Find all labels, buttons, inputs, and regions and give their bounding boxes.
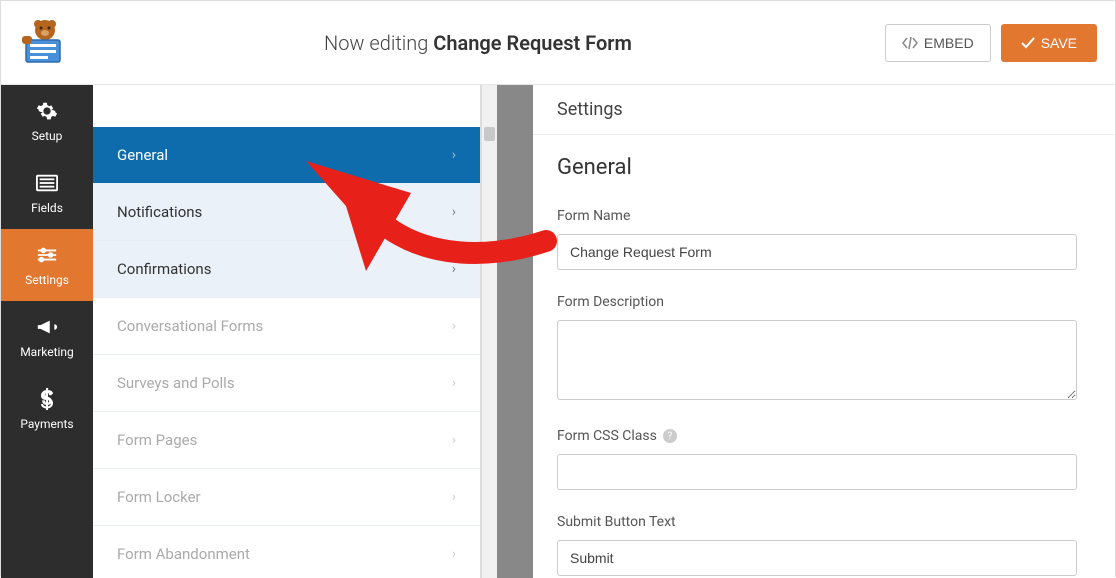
code-icon [902, 37, 918, 49]
sidebar-item-label: Conversational Forms [117, 317, 263, 335]
sidebar-item-label: Form Locker [117, 488, 201, 506]
sidebar-item-label: General [117, 146, 168, 164]
sidebar-item-surveys-polls[interactable]: Surveys and Polls › [93, 355, 480, 412]
chevron-right-icon: › [452, 318, 456, 334]
nav-item-marketing[interactable]: Marketing [1, 301, 93, 373]
help-icon[interactable]: ? [663, 429, 677, 443]
form-name-input[interactable] [557, 234, 1077, 270]
form-css-class-input[interactable] [557, 454, 1077, 490]
embed-label: EMBED [924, 35, 974, 51]
page-title: Now editing Change Request Form [71, 31, 885, 55]
sidebar-item-label: Form Pages [117, 431, 197, 449]
nav-item-setup[interactable]: Setup [1, 85, 93, 157]
field-form-css-class: Form CSS Class ? [557, 428, 1091, 490]
list-icon [35, 171, 59, 195]
form-css-class-label: Form CSS Class ? [557, 428, 1091, 444]
content-body: General Form Name Form Description Form … [533, 135, 1115, 578]
save-button[interactable]: SAVE [1001, 24, 1097, 62]
megaphone-icon [35, 315, 59, 339]
nav-item-settings[interactable]: Settings [1, 229, 93, 301]
form-description-input[interactable] [557, 320, 1077, 400]
nav-label: Fields [31, 201, 63, 215]
nav-item-payments[interactable]: $ Payments [1, 373, 93, 445]
chevron-right-icon: › [452, 204, 456, 220]
nav-label: Settings [25, 273, 69, 287]
scrollbar-thumb[interactable] [484, 127, 495, 141]
nav-label: Setup [32, 129, 63, 143]
check-icon [1021, 37, 1035, 49]
embed-button[interactable]: EMBED [885, 24, 991, 62]
field-form-description: Form Description [557, 294, 1091, 404]
settings-sidebar: General › Notifications › Confirmations … [93, 85, 481, 578]
save-label: SAVE [1041, 35, 1077, 51]
chevron-right-icon: › [452, 147, 456, 163]
chevron-right-icon: › [452, 375, 456, 391]
content-header: Settings [533, 85, 1115, 135]
sidebar-item-notifications[interactable]: Notifications › [93, 184, 480, 241]
chevron-right-icon: › [452, 261, 456, 277]
section-title: General [557, 155, 1091, 180]
sidebar-item-confirmations[interactable]: Confirmations › [93, 241, 480, 298]
topbar: Now editing Change Request Form EMBED SA… [1, 1, 1115, 85]
editing-prefix: Now editing [324, 31, 433, 55]
nav-label: Payments [20, 417, 73, 431]
submit-button-text-input[interactable] [557, 540, 1077, 576]
sidebar-item-conversational-forms[interactable]: Conversational Forms › [93, 298, 480, 355]
topbar-left [19, 18, 71, 68]
sidebar-item-form-abandonment[interactable]: Form Abandonment › [93, 526, 480, 578]
app-logo [19, 18, 71, 68]
form-title: Change Request Form [433, 31, 632, 55]
label-text: Form CSS Class [557, 428, 657, 444]
sidebar-item-label: Notifications [117, 203, 202, 221]
gear-icon [35, 99, 59, 123]
nav-item-fields[interactable]: Fields [1, 157, 93, 229]
content-gutter [497, 85, 533, 578]
chevron-right-icon: › [452, 432, 456, 448]
field-submit-button-text: Submit Button Text [557, 514, 1091, 576]
content-panel: Settings General Form Name Form Descript… [533, 85, 1115, 578]
sidebar-item-form-locker[interactable]: Form Locker › [93, 469, 480, 526]
topbar-actions: EMBED SAVE [885, 24, 1097, 62]
dollar-icon: $ [35, 387, 59, 411]
primary-nav: Setup Fields Settings Marketing $ Paymen… [1, 85, 93, 578]
form-description-label: Form Description [557, 294, 1091, 310]
form-name-label: Form Name [557, 208, 1091, 224]
svg-text:$: $ [41, 388, 52, 410]
sidebar-item-general[interactable]: General › [93, 127, 480, 184]
submit-button-text-label: Submit Button Text [557, 514, 1091, 530]
sidebar-item-label: Form Abandonment [117, 545, 250, 563]
chevron-right-icon: › [452, 489, 456, 505]
sidebar-item-form-pages[interactable]: Form Pages › [93, 412, 480, 469]
field-form-name: Form Name [557, 208, 1091, 270]
sidebar-item-label: Confirmations [117, 260, 211, 278]
nav-label: Marketing [20, 345, 74, 359]
sidebar-scrollbar[interactable] [481, 85, 497, 578]
sliders-icon [35, 243, 59, 267]
chevron-right-icon: › [452, 546, 456, 562]
main: Setup Fields Settings Marketing $ Paymen… [1, 85, 1115, 578]
sidebar-item-label: Surveys and Polls [117, 374, 235, 392]
